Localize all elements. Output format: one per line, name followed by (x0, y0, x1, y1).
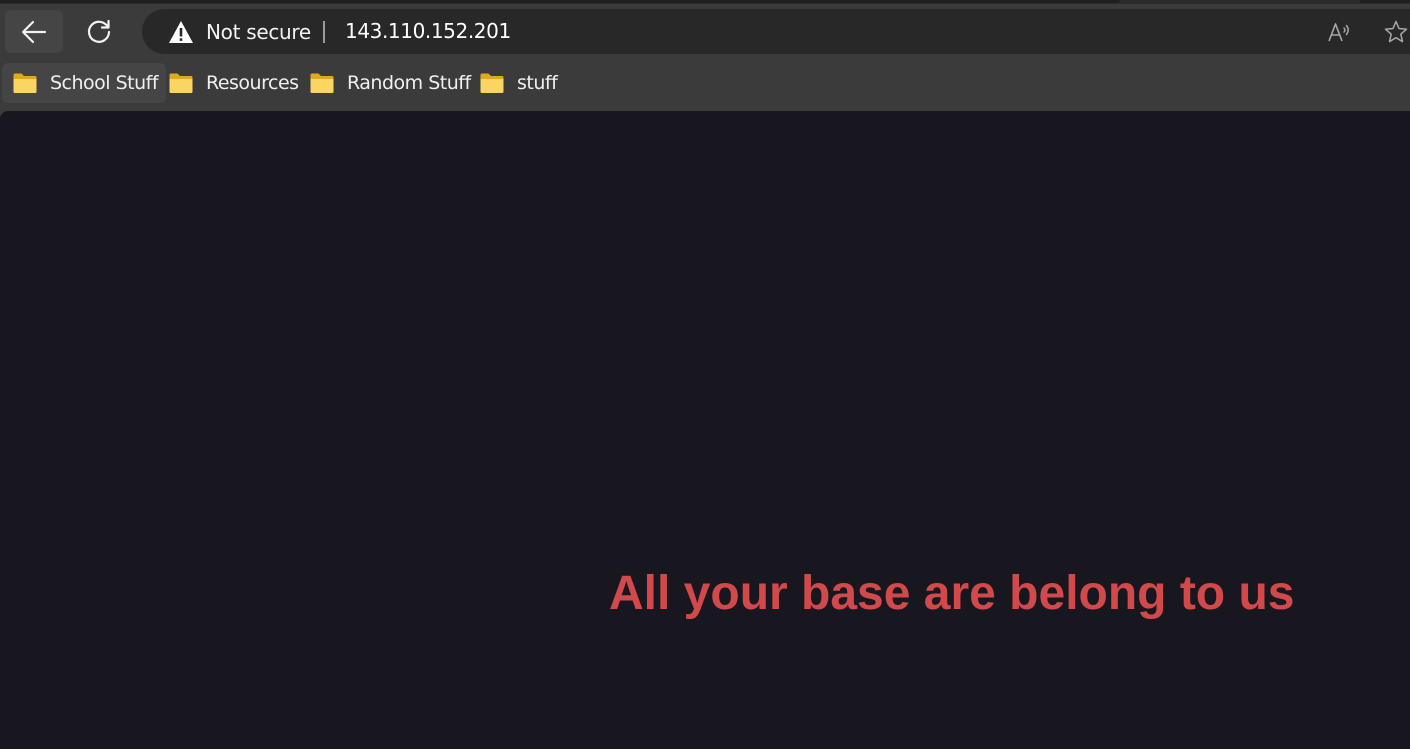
address-separator (323, 21, 325, 43)
bookmarks-bar: School Stuff Resources Random Stuff stuf… (0, 60, 1410, 108)
bookmark-folder-random-stuff[interactable]: Random Stuff (299, 63, 479, 103)
back-arrow-icon (21, 20, 47, 43)
bookmark-label: Random Stuff (347, 72, 471, 94)
active-tab-edge[interactable] (0, 0, 1120, 3)
bookmark-label: stuff (517, 72, 558, 94)
tab-edge[interactable] (1360, 0, 1410, 3)
bookmark-folder-school-stuff[interactable]: School Stuff (2, 63, 167, 103)
reload-icon (87, 19, 111, 43)
folder-icon (13, 73, 37, 93)
read-aloud-icon (1328, 23, 1349, 42)
security-indicator[interactable]: Not secure (168, 9, 311, 54)
page-content: All your base are belong to us (0, 111, 1410, 749)
url-text[interactable]: 143.110.152.201 (345, 9, 511, 54)
folder-icon (310, 73, 334, 93)
bookmark-folder-stuff[interactable]: stuff (469, 63, 565, 103)
folder-icon (480, 73, 504, 93)
favorite-button[interactable] (1383, 19, 1409, 45)
folder-icon (169, 73, 193, 93)
page-headline: All your base are belong to us (609, 567, 1295, 620)
browser-toolbar: Not secure 143.110.152.201 (0, 4, 1410, 60)
star-icon (1384, 20, 1408, 43)
security-label: Not secure (206, 19, 311, 44)
reload-button[interactable] (70, 10, 128, 53)
browser-window: Not secure 143.110.152.201 School Stuff … (0, 0, 1410, 749)
bookmark-label: Resources (206, 72, 299, 94)
back-button[interactable] (5, 10, 63, 53)
warning-icon (169, 20, 193, 43)
read-aloud-button[interactable] (1326, 19, 1352, 45)
address-bar[interactable]: Not secure 143.110.152.201 (142, 9, 1410, 54)
bookmark-label: School Stuff (50, 72, 159, 94)
bookmark-folder-resources[interactable]: Resources (158, 63, 307, 103)
